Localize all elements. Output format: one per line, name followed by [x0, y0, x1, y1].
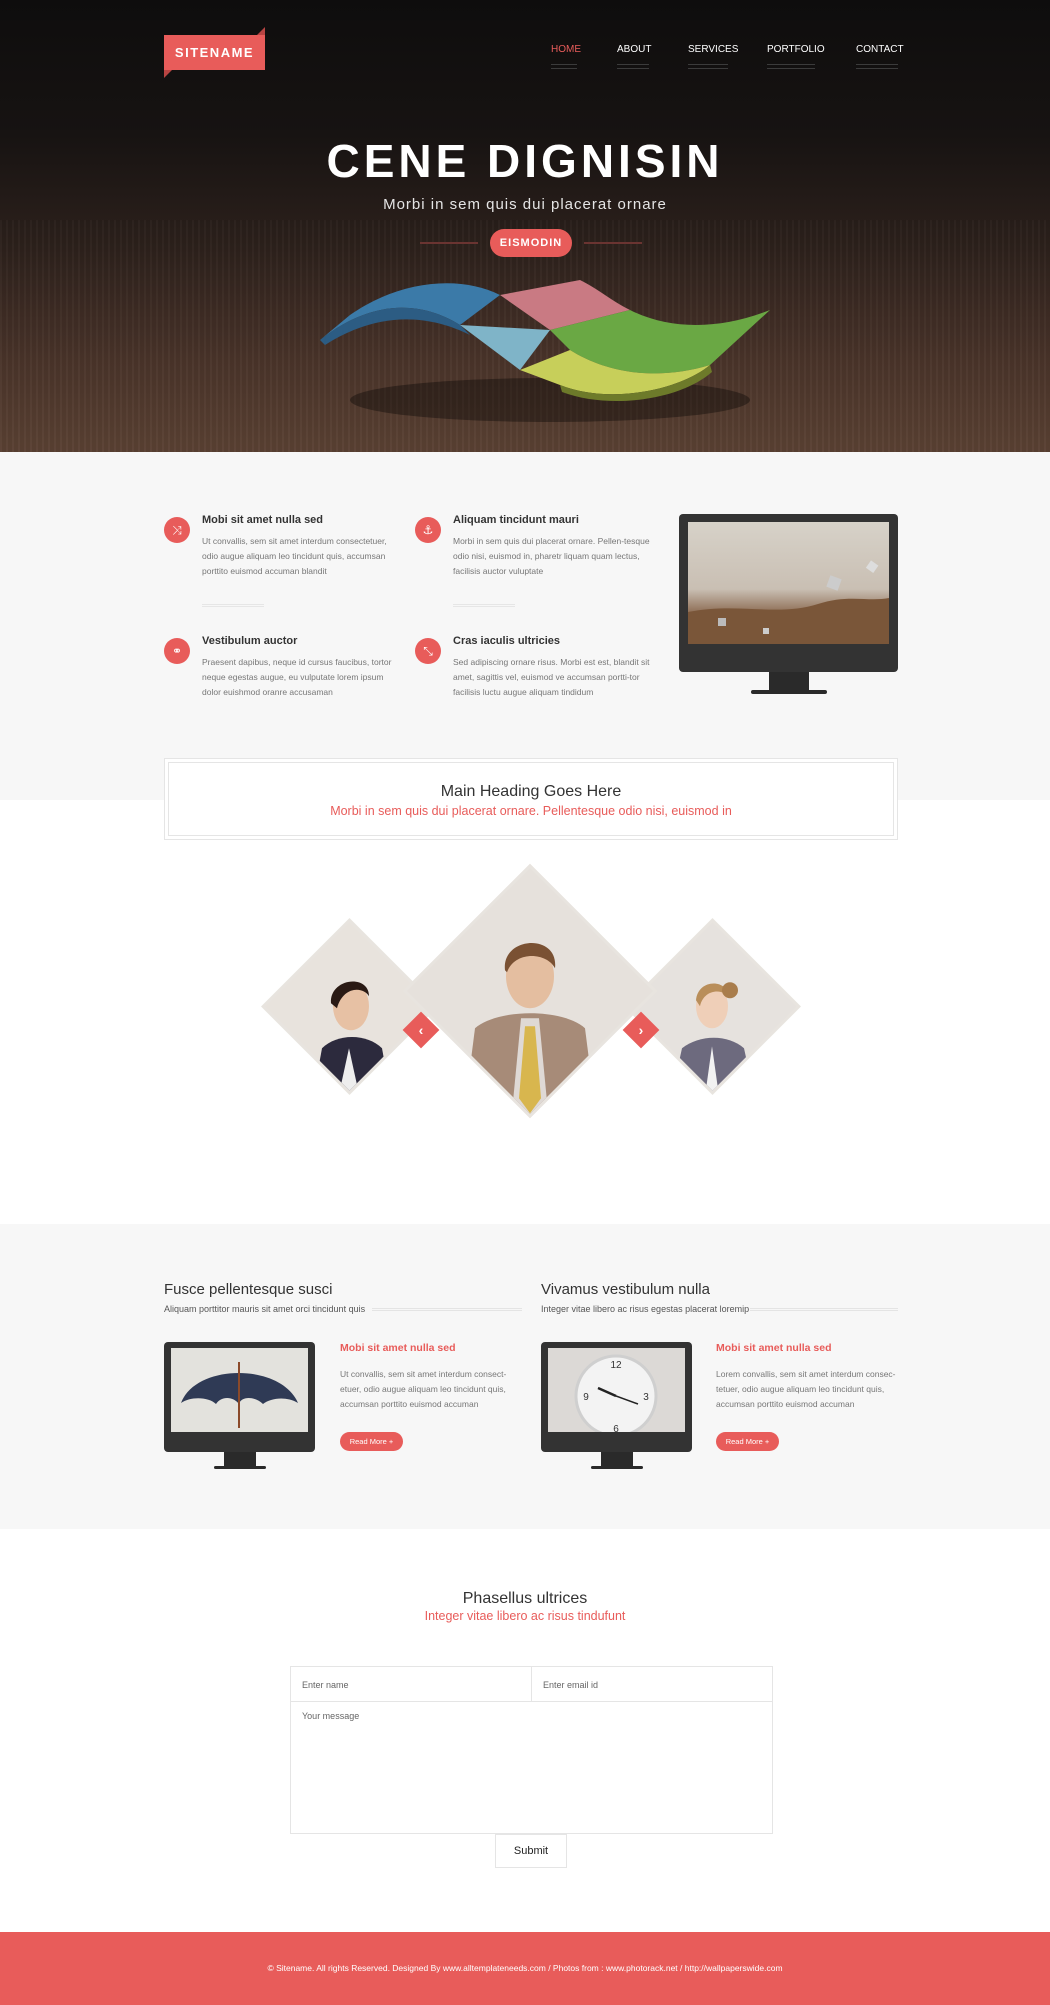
svg-text:6: 6 — [613, 1424, 619, 1432]
svg-text:12: 12 — [610, 1360, 622, 1371]
nav-underline — [551, 64, 577, 69]
feature-title: Aliquam tincidunt mauri — [453, 514, 579, 526]
email-field[interactable]: Enter email id — [531, 1666, 773, 1702]
nav-item-label: ABOUT — [617, 44, 652, 55]
features-section: ⤨ Mobi sit amet nulla sed Ut convallis, … — [0, 452, 1050, 800]
hero-subtitle: Morbi in sem quis dui placerat ornare — [383, 196, 667, 213]
logo-ribbon-fold-top — [257, 27, 265, 35]
feature-divider — [453, 604, 515, 607]
desert-cubes-illustration — [688, 560, 889, 644]
main-heading-box: Main Heading Goes Here Morbi in sem quis… — [164, 758, 898, 840]
hero-divider-right — [584, 242, 642, 244]
feature-item: ⤨ Mobi sit amet nulla sed Ut convallis, … — [164, 514, 402, 579]
carousel-prev-button[interactable]: ‹ — [402, 1011, 440, 1049]
nav-item-label: HOME — [551, 44, 581, 55]
man-portrait — [403, 868, 657, 1119]
feature-text: Ut convallis, sem sit amet interdum cons… — [202, 536, 387, 576]
post-heading: Fusce pellentesque susci — [164, 1281, 333, 1298]
feature-text: Morbi in sem quis dui placerat ornare. P… — [453, 536, 650, 576]
hero-section: SITENAME HOME ABOUT SERVICES PORTFOLIO C… — [0, 0, 1050, 452]
nav-item-label: SERVICES — [688, 44, 739, 55]
carousel-next-button[interactable]: › — [622, 1011, 660, 1049]
post-heading: Vivamus vestibulum nulla — [541, 1281, 710, 1298]
monitor-neck — [769, 672, 809, 690]
main-heading: Main Heading Goes Here — [440, 783, 622, 800]
monitor-base — [591, 1466, 643, 1469]
svg-text:3: 3 — [643, 1392, 649, 1403]
main-nav: HOME ABOUT SERVICES PORTFOLIO CONTACT — [0, 44, 1050, 74]
monitor-neck — [224, 1452, 256, 1466]
contact-title: Phasellus ultrices — [462, 1590, 588, 1607]
feature-title: Cras iaculis ultricies — [453, 635, 560, 647]
feature-item: ⚭ Vestibulum auctor Praesent dapibus, ne… — [164, 635, 402, 700]
main-heading-box-inner: Main Heading Goes Here Morbi in sem quis… — [168, 762, 894, 836]
team-member-photo[interactable] — [261, 918, 438, 1095]
clock-image: 12 3 6 9 — [548, 1348, 685, 1438]
feature-divider — [202, 604, 264, 607]
feature-text: Sed adipiscing ornare risus. Morbi est e… — [453, 657, 650, 697]
nav-underline — [767, 64, 815, 69]
post-text: Ut convallis, sem sit amet interdum cons… — [340, 1369, 507, 1409]
link-icon: ⚭ — [164, 638, 190, 664]
hero-title: CENE DIGNISIN — [326, 135, 724, 187]
nav-underline — [688, 64, 728, 69]
nav-underline — [617, 64, 649, 69]
post-title: Mobi sit amet nulla sed — [340, 1342, 456, 1354]
submit-button[interactable]: Submit — [495, 1834, 567, 1868]
woman-portrait — [624, 918, 801, 1095]
nav-item-services[interactable]: SERVICES — [688, 44, 738, 69]
svg-text:9: 9 — [583, 1392, 589, 1403]
shuffle-icon: ⤨ — [164, 517, 190, 543]
clock-icon: 12 3 6 9 — [574, 1354, 658, 1438]
woman-portrait — [261, 918, 438, 1095]
footer-text: © Sitename. All rights Reserved. Designe… — [267, 1963, 783, 1973]
team-carousel: ‹ › — [0, 840, 1050, 1224]
umbrella-icon — [181, 1362, 298, 1428]
monitor-image — [679, 514, 898, 697]
hero-cta-button[interactable]: EISMODIN — [490, 229, 572, 257]
footer: © Sitename. All rights Reserved. Designe… — [0, 1932, 1050, 2005]
chevron-left-icon: ‹ — [418, 1022, 424, 1038]
monitor-neck — [601, 1452, 633, 1466]
chevron-right-icon: › — [638, 1022, 644, 1038]
nav-item-contact[interactable]: CONTACT — [856, 44, 904, 69]
posts-section: Fusce pellentesque susci Aliquam porttit… — [0, 1224, 1050, 1529]
message-field[interactable]: Your message — [290, 1701, 773, 1834]
nav-item-label: CONTACT — [856, 44, 904, 55]
feature-item: ⤡ Cras iaculis ultricies Sed adipiscing … — [415, 635, 653, 700]
monitor-base — [214, 1466, 266, 1469]
nav-item-home[interactable]: HOME — [551, 44, 581, 69]
nav-item-portfolio[interactable]: PORTFOLIO — [767, 44, 825, 69]
feature-text: Praesent dapibus, neque id cursus faucib… — [202, 657, 392, 697]
nav-item-about[interactable]: ABOUT — [617, 44, 652, 69]
anchor-icon: ⚓ — [415, 517, 441, 543]
main-heading-subtitle: Morbi in sem quis dui placerat ornare. P… — [330, 804, 732, 818]
compress-icon: ⤡ — [415, 638, 441, 664]
name-field[interactable]: Enter name — [290, 1666, 532, 1702]
umbrella-image — [171, 1348, 308, 1432]
read-more-button[interactable]: Read More + — [340, 1432, 403, 1451]
post-thumbnail[interactable]: 12 3 6 9 — [541, 1342, 692, 1470]
post-heading-divider — [750, 1308, 898, 1311]
post-thumbnail[interactable] — [164, 1342, 315, 1470]
read-more-button[interactable]: Read More + — [716, 1432, 779, 1451]
monitor-display — [688, 522, 889, 644]
feature-title: Mobi sit amet nulla sed — [202, 514, 324, 526]
team-member-photo-featured[interactable] — [402, 863, 658, 1119]
post-title: Mobi sit amet nulla sed — [716, 1342, 832, 1354]
monitor-base — [751, 690, 827, 694]
post-text: Lorem convallis, sem sit amet interdum c… — [716, 1369, 896, 1409]
hero-windows-logo-image — [320, 280, 770, 422]
feature-title: Vestibulum auctor — [202, 635, 298, 647]
post-heading-divider — [372, 1308, 522, 1311]
team-member-photo[interactable] — [624, 918, 801, 1095]
feature-item: ⚓ Aliquam tincidunt mauri Morbi in sem q… — [415, 514, 653, 579]
nav-item-label: PORTFOLIO — [767, 44, 825, 55]
contact-subtitle: Integer vitae libero ac risus tindufunt — [424, 1609, 626, 1623]
nav-underline — [856, 64, 898, 69]
hero-divider-left — [420, 242, 478, 244]
